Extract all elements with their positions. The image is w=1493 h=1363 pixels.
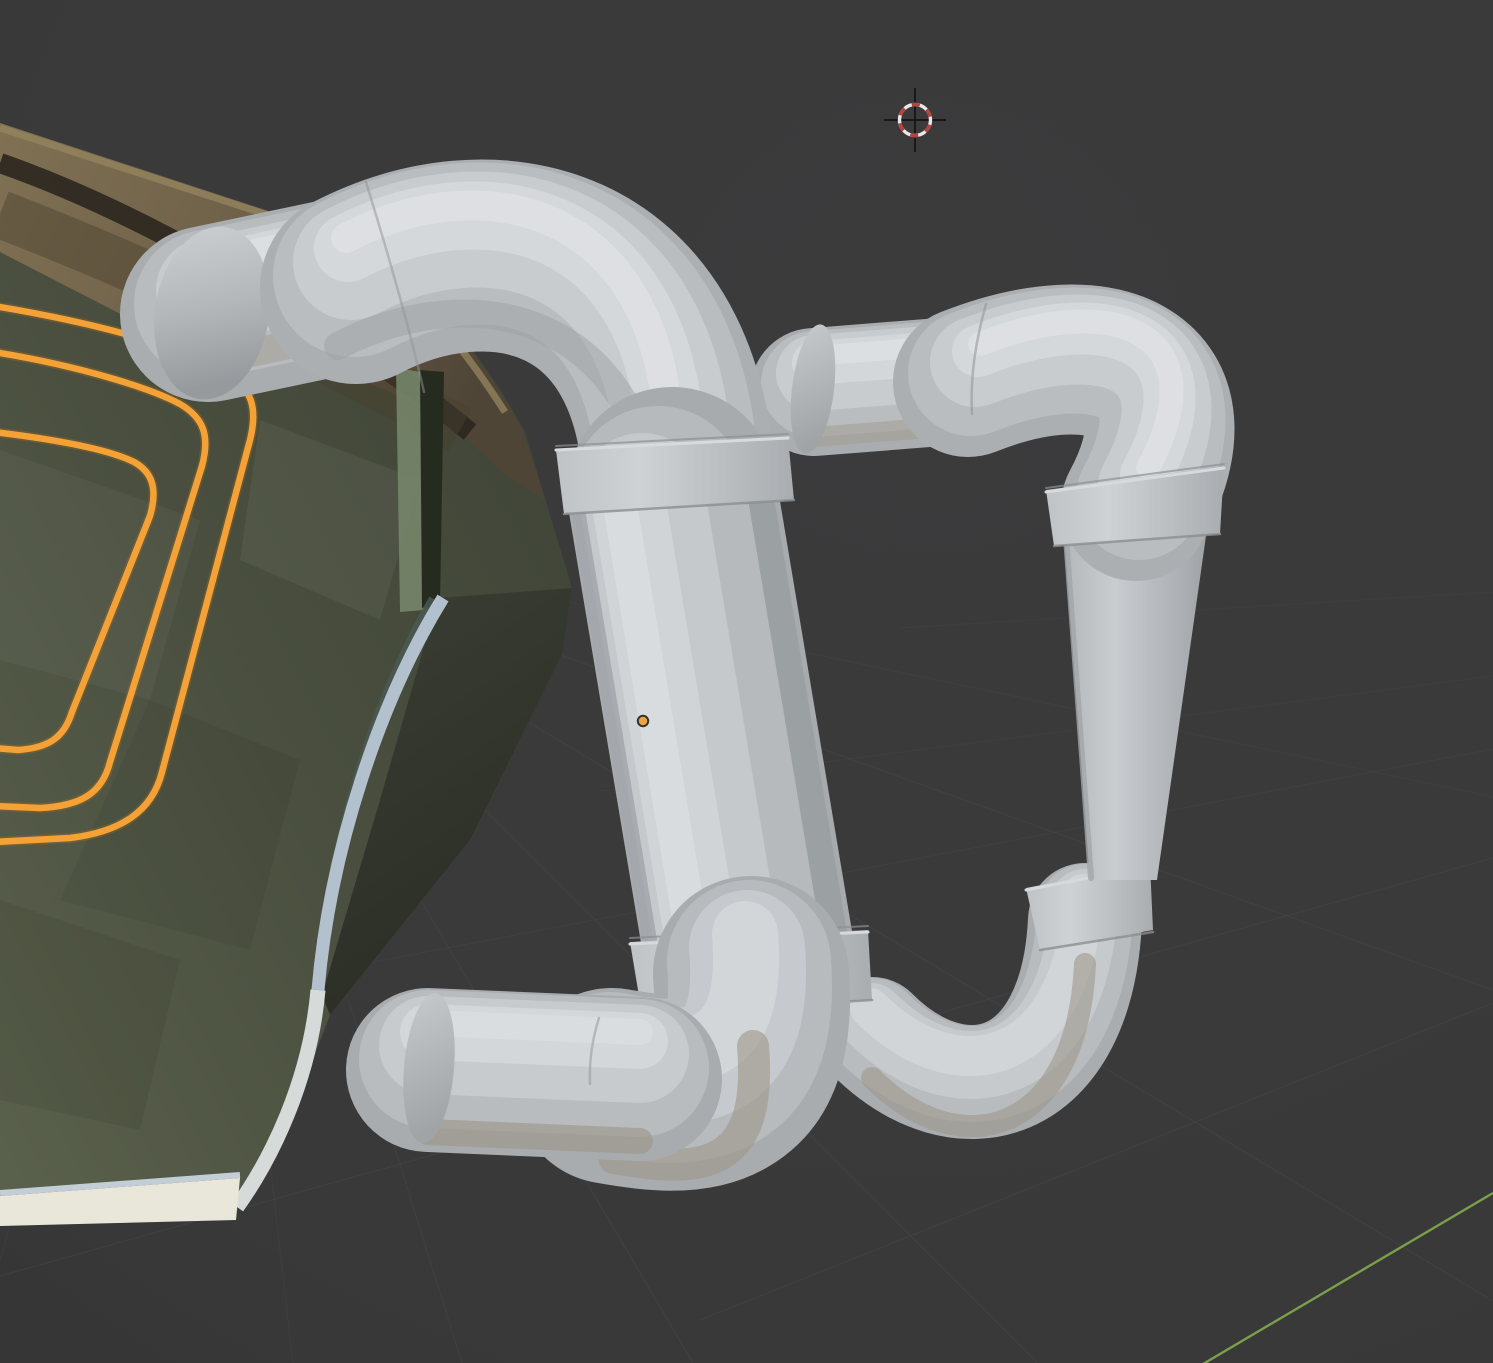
pipe-band <box>428 1132 640 1141</box>
pipe-left-bottom-arm <box>398 991 640 1145</box>
object-origin-dot[interactable] <box>638 716 648 726</box>
panel-corner-dark <box>420 370 444 608</box>
pipe-band <box>428 1023 640 1032</box>
panel-corner-highlight <box>396 368 424 612</box>
viewport-canvas[interactable] <box>0 0 1493 1363</box>
